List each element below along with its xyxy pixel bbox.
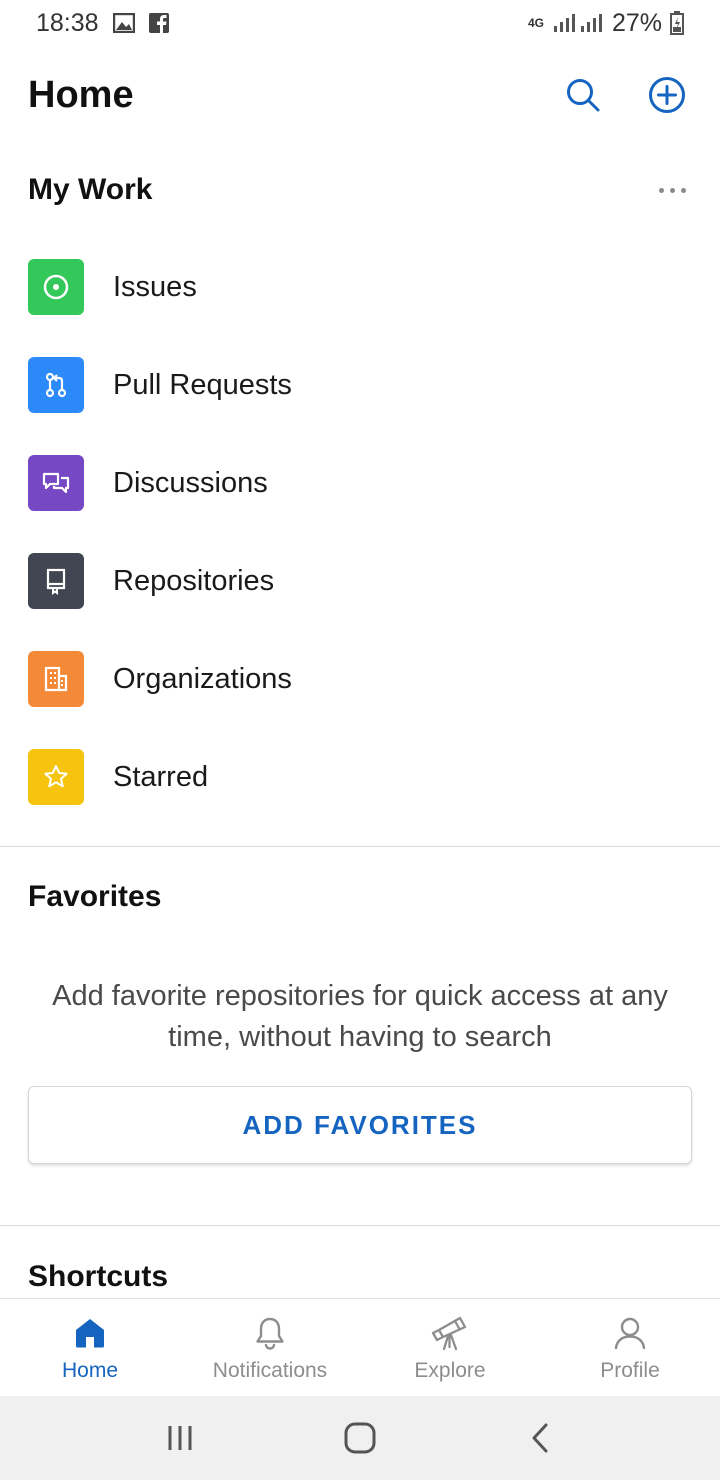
person-icon xyxy=(612,1313,648,1353)
network-type: 4G xyxy=(527,16,544,30)
bottom-navigation: Home Notifications Explore Profile xyxy=(0,1298,720,1396)
my-work-item-organizations[interactable]: Organizations xyxy=(0,630,720,728)
add-circle-icon xyxy=(649,77,685,113)
nav-tab-notifications[interactable]: Notifications xyxy=(180,1299,360,1396)
shortcuts-title: Shortcuts xyxy=(28,1260,169,1293)
my-work-item-label: Organizations xyxy=(113,662,292,695)
my-work-item-repositories[interactable]: Repositories xyxy=(0,532,720,630)
facebook-icon xyxy=(148,13,169,33)
discussion-icon xyxy=(28,455,84,511)
organization-icon xyxy=(28,651,84,707)
my-work-item-discussions[interactable]: Discussions xyxy=(0,434,720,532)
status-time: 18:38 xyxy=(36,8,99,37)
recent-apps-icon xyxy=(168,1426,192,1450)
my-work-title: My Work xyxy=(28,173,153,206)
favorites-header: Favorites xyxy=(28,876,692,918)
app-header: Home xyxy=(0,60,720,130)
search-button[interactable] xyxy=(558,70,608,120)
my-work-item-label: Issues xyxy=(113,270,197,303)
battery-percent: 27% xyxy=(611,8,662,37)
my-work-more-button[interactable] xyxy=(652,175,692,205)
favorites-empty-text: Add favorite repositories for quick acce… xyxy=(52,980,668,1053)
home-circle-icon xyxy=(344,1422,376,1454)
back-button[interactable] xyxy=(510,1408,570,1468)
shortcuts-header: Shortcuts xyxy=(28,1256,692,1298)
repository-icon xyxy=(28,553,84,609)
favorites-title: Favorites xyxy=(28,880,162,913)
back-chevron-icon xyxy=(532,1423,548,1453)
system-navigation-bar xyxy=(0,1396,720,1480)
recent-apps-button[interactable] xyxy=(150,1408,210,1468)
gallery-icon xyxy=(112,13,135,33)
my-work-item-starred[interactable]: Starred xyxy=(0,728,720,826)
nav-tab-home[interactable]: Home xyxy=(0,1299,180,1396)
my-work-list: Issues Pull Requests Discussions Reposit… xyxy=(0,238,720,826)
section-divider xyxy=(0,1225,720,1226)
home-system-button[interactable] xyxy=(330,1408,390,1468)
bell-icon xyxy=(252,1313,288,1353)
search-icon xyxy=(567,79,600,112)
pull-request-icon xyxy=(28,357,84,413)
telescope-icon xyxy=(430,1313,470,1353)
nav-tab-explore[interactable]: Explore xyxy=(360,1299,540,1396)
home-icon xyxy=(72,1313,108,1353)
page-title: Home xyxy=(28,73,134,116)
add-favorites-button[interactable]: ADD FAVORITES xyxy=(28,1086,692,1164)
my-work-item-issues[interactable]: Issues xyxy=(0,238,720,336)
signal-icon xyxy=(552,12,604,34)
nav-tab-label: Home xyxy=(61,1359,119,1382)
create-button[interactable] xyxy=(642,70,692,120)
issue-icon xyxy=(28,259,84,315)
my-work-item-label: Discussions xyxy=(113,466,268,499)
more-horizontal-icon xyxy=(658,187,686,193)
nav-tab-label: Notifications xyxy=(212,1359,328,1382)
my-work-item-label: Repositories xyxy=(113,564,275,597)
nav-tab-label: Profile xyxy=(600,1359,660,1382)
battery-icon xyxy=(670,11,684,35)
section-divider xyxy=(0,846,720,847)
nav-tab-profile[interactable]: Profile xyxy=(540,1299,720,1396)
status-right: 4G 27% xyxy=(528,9,684,38)
status-left: 18:38 xyxy=(36,9,169,38)
my-work-item-label: Starred xyxy=(113,760,209,793)
my-work-item-label: Pull Requests xyxy=(113,368,292,401)
star-icon xyxy=(28,749,84,805)
my-work-item-pull-requests[interactable]: Pull Requests xyxy=(0,336,720,434)
nav-tab-label: Explore xyxy=(414,1359,486,1382)
my-work-header: My Work xyxy=(28,170,692,210)
status-bar: 18:38 4G 27% xyxy=(0,0,720,46)
